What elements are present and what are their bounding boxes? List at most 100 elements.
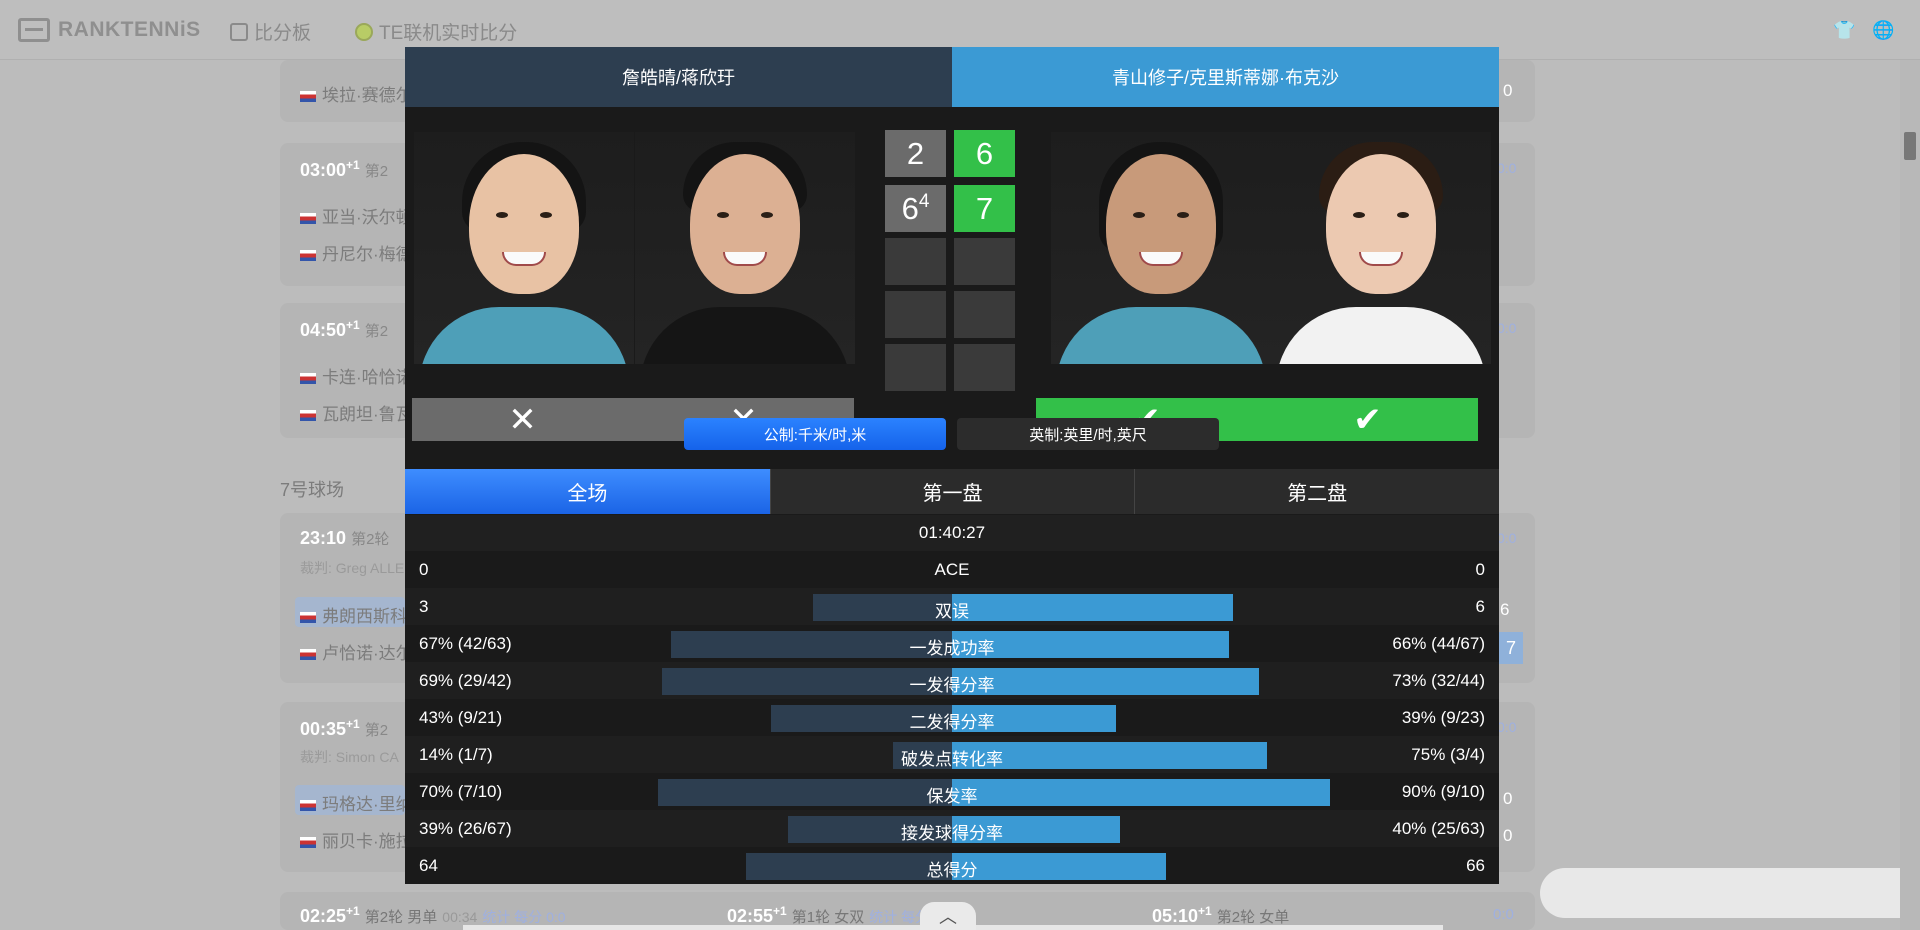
stat-label: 破发点转化率 xyxy=(901,750,1003,769)
player-photo xyxy=(1271,132,1491,364)
nav-te-live-label: TE联机实时比分 xyxy=(379,23,518,44)
score-value: 0 xyxy=(1503,81,1513,100)
stat-row: 0 ACE 0 xyxy=(405,551,1499,588)
score-value: 0 xyxy=(1503,789,1513,808)
player-name: 瓦朗坦·鲁瓦 xyxy=(300,400,413,425)
team-a-name: 詹皓晴/蒋欣玗 xyxy=(405,47,952,107)
court-label: 7号球场 xyxy=(280,480,345,500)
player-name: 玛格达·里纳 xyxy=(300,790,413,815)
scoreboard-icon xyxy=(230,22,248,41)
player-name: 丹尼尔·梅德 xyxy=(300,240,413,265)
close-icon: ✕ xyxy=(412,398,633,441)
score-label: 0:0 xyxy=(1493,906,1514,923)
match-time: 05:10+1 第2轮 女单 xyxy=(1152,904,1290,926)
match-time: 04:50+1 第2 xyxy=(300,318,389,340)
check-icon: ✔ xyxy=(1257,398,1478,441)
shirt-icon[interactable]: 👕 xyxy=(1833,20,1855,40)
empty-set-cell xyxy=(954,238,1015,285)
site-logo[interactable]: RANKTENNiS xyxy=(18,18,201,42)
tab-set-1[interactable]: 第一盘 xyxy=(769,469,1135,514)
stat-row: 64 总得分 66 xyxy=(405,847,1499,884)
empty-set-cell xyxy=(954,344,1015,391)
stat-row: 67% (42/63) 一发成功率 66% (44/67) xyxy=(405,625,1499,662)
set-score-team-a: 2 xyxy=(885,130,946,177)
match-time: 03:00+1 第2 xyxy=(300,158,389,180)
match-time: 02:25+1 第2轮 男单 00:34 统计 每分 0:0 xyxy=(300,904,566,926)
set-score-team-a: 64 xyxy=(885,185,946,232)
stat-row: 43% (9/21) 二发得分率 39% (9/23) xyxy=(405,699,1499,736)
stat-label: ACE xyxy=(934,560,970,579)
score-value: 0:0 xyxy=(1497,320,1517,336)
logo-text: RANKTENNiS xyxy=(58,18,201,41)
stat-row: 69% (29/42) 一发得分率 73% (32/44) xyxy=(405,662,1499,699)
team-b-stat-value: 39% (9/23) xyxy=(1401,708,1485,727)
score-value: 7 xyxy=(1499,632,1523,664)
player-photo xyxy=(1051,132,1271,364)
match-stats-modal: 詹皓晴/蒋欣玗 青山修子/克里斯蒂娜·布克沙 ✕ ✕ 2 6 64 7 xyxy=(405,47,1499,884)
stat-row: 3 双误 6 xyxy=(405,588,1499,625)
stat-label: 保发率 xyxy=(926,787,978,806)
stat-label: 总得分 xyxy=(926,861,978,880)
stats-table: 0 ACE 0 3 双误 6 67% (42/63) 一发成功率 66% (44/67) 69% … xyxy=(405,551,1499,884)
score-value: 0:0 xyxy=(1497,160,1517,176)
nav-te-live[interactable]: TE联机实时比分 xyxy=(355,18,517,45)
umpire-label: 裁判: Greg ALLE xyxy=(300,560,405,576)
nav-scoreboard-label: 比分板 xyxy=(254,23,312,44)
tiebreak-score: 4 xyxy=(918,190,930,212)
stat-label: 双误 xyxy=(935,602,969,621)
page-scrollbar[interactable] xyxy=(1900,60,1920,930)
tab-full-match[interactable]: 全场 xyxy=(405,469,770,514)
tab-set-2[interactable]: 第二盘 xyxy=(1134,469,1499,514)
stat-row: 70% (7/10) 保发率 90% (9/10) xyxy=(405,773,1499,810)
stat-row: 39% (26/67) 接发球得分率 40% (25/63) xyxy=(405,810,1499,847)
team-b-name: 青山修子/克里斯蒂娜·布克沙 xyxy=(952,47,1499,107)
score-value: 0:0 xyxy=(1497,719,1517,735)
match-time: 23:10 第2轮 xyxy=(300,528,390,548)
scrollbar-thumb[interactable] xyxy=(1904,132,1916,160)
nav-scoreboard[interactable]: 比分板 xyxy=(230,18,311,45)
players-panel: ✕ ✕ 2 6 64 7 ✔ ✔ xyxy=(405,107,1499,447)
player-name: 亚当·沃尔顿 xyxy=(300,203,413,228)
team-b-stat-value: 6 xyxy=(1475,597,1485,616)
chevron-up-icon[interactable]: ︿ xyxy=(920,902,976,930)
empty-set-cell xyxy=(885,238,946,285)
team-b-stat-value: 40% (25/63) xyxy=(1392,819,1485,838)
team-b-stat-value: 75% (3/4) xyxy=(1411,745,1485,764)
player-name: 丽贝卡·施拉 xyxy=(300,827,413,852)
match-duration: 01:40:27 xyxy=(405,515,1499,551)
team-header: 詹皓晴/蒋欣玗 青山修子/克里斯蒂娜·布克沙 xyxy=(405,47,1499,107)
tennis-ball-icon xyxy=(355,22,373,41)
player-name: 卢恰诺·达尔 xyxy=(300,639,413,664)
floating-toolbar[interactable] xyxy=(1540,868,1900,918)
player-name: 埃拉·赛德尔 xyxy=(300,81,413,106)
team-b-stat-value: 73% (32/44) xyxy=(1392,671,1485,690)
score-value: 0 xyxy=(1503,826,1513,845)
score-value: 0:0 xyxy=(1497,530,1517,546)
globe-icon[interactable]: 🌐 xyxy=(1872,20,1894,40)
set-score-team-b: 7 xyxy=(954,185,1015,232)
player-name: 卡连·哈恰诺 xyxy=(300,363,413,388)
set-tabs: 全场 第一盘 第二盘 xyxy=(405,469,1499,514)
stat-label: 一发得分率 xyxy=(909,676,995,695)
player-name: 弗朗西斯科 xyxy=(300,602,407,627)
logo-icon xyxy=(18,18,50,42)
match-time: 02:55+1 第1轮 女双 统计 每分 0:0 xyxy=(727,904,953,926)
score-value: 6 xyxy=(1500,600,1510,619)
stat-row: 14% (1/7) 破发点转化率 75% (3/4) xyxy=(405,736,1499,773)
team-b-stat-value: 66% (44/67) xyxy=(1392,634,1485,653)
empty-set-cell xyxy=(885,291,946,338)
umpire-label: 裁判: Simon CA xyxy=(300,749,399,765)
team-b-stat-value: 66 xyxy=(1466,856,1485,875)
player-photo xyxy=(414,132,634,364)
empty-set-cell xyxy=(954,291,1015,338)
set-score-team-b: 6 xyxy=(954,130,1015,177)
player-photo xyxy=(635,132,855,364)
stat-label: 接发球得分率 xyxy=(901,824,1003,843)
match-time: 00:35+1 第2 xyxy=(300,717,389,739)
unit-metric-button[interactable]: 公制:千米/时,米 xyxy=(684,418,946,450)
empty-set-cell xyxy=(885,344,946,391)
unit-imperial-button[interactable]: 英制:英里/时,英尺 xyxy=(957,418,1219,450)
stat-label: 一发成功率 xyxy=(909,639,995,658)
team-b-stat-value: 0 xyxy=(1475,560,1485,579)
stat-label: 二发得分率 xyxy=(909,713,995,732)
